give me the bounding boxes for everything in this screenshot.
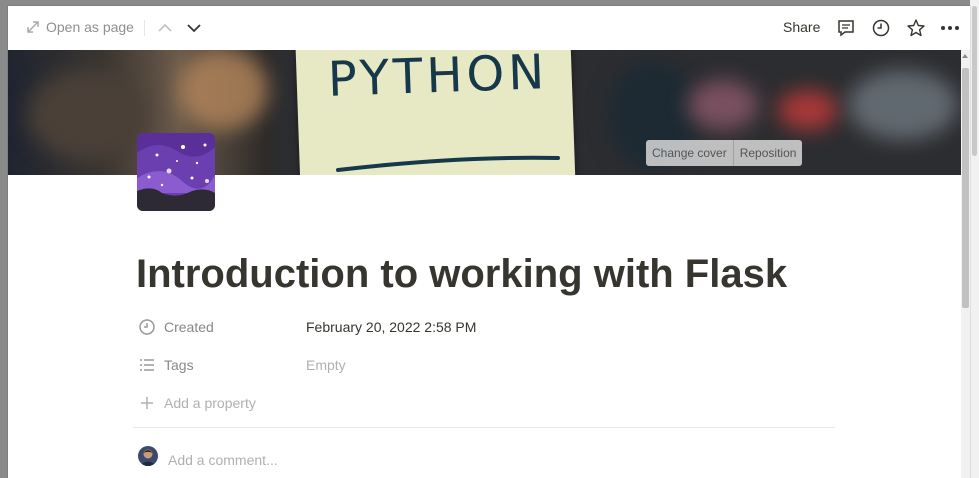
scrollbar[interactable] xyxy=(961,50,970,478)
comment-icon[interactable] xyxy=(835,17,857,39)
underline-stroke xyxy=(336,155,560,172)
property-value: February 20, 2022 2:58 PM xyxy=(306,319,477,335)
outer-scrollbar[interactable] xyxy=(970,0,979,478)
change-cover-button[interactable]: Change cover xyxy=(646,140,733,166)
share-button[interactable]: Share xyxy=(783,19,820,35)
clock-icon xyxy=(139,319,155,335)
star-icon[interactable] xyxy=(905,17,927,39)
plus-icon xyxy=(141,397,153,409)
avatar xyxy=(138,446,158,466)
open-as-page-button[interactable]: Open as page xyxy=(26,19,134,35)
more-icon[interactable] xyxy=(939,17,961,39)
topbar: Open as page Share xyxy=(8,6,970,50)
scrollbar-thumb[interactable] xyxy=(962,68,969,308)
property-label: Tags xyxy=(164,357,194,373)
page-title[interactable]: Introduction to working with Flask xyxy=(136,252,787,297)
galaxy-icon[interactable] xyxy=(137,133,215,211)
property-tags[interactable]: Tags Empty xyxy=(138,353,346,377)
cover-text: PYTHON xyxy=(326,50,550,108)
property-label: Created xyxy=(164,319,214,335)
property-value[interactable]: Empty xyxy=(306,357,346,373)
divider xyxy=(144,20,145,36)
chevron-up-icon[interactable] xyxy=(155,18,175,38)
cover-actions: Change cover Reposition xyxy=(646,140,803,166)
page-peek-window: Open as page Share PYTHON Change cover R… xyxy=(8,6,970,478)
clock-icon[interactable] xyxy=(870,17,892,39)
open-as-page-label: Open as page xyxy=(46,19,134,35)
scroll-up-arrow-icon[interactable] xyxy=(962,54,968,58)
reposition-button[interactable]: Reposition xyxy=(734,140,803,166)
expand-icon xyxy=(27,21,39,33)
add-property-button[interactable]: Add a property xyxy=(138,391,256,415)
list-icon xyxy=(140,359,154,371)
comment-input[interactable]: Add a comment... xyxy=(168,452,278,468)
property-created[interactable]: Created February 20, 2022 2:58 PM xyxy=(138,315,476,339)
divider xyxy=(133,427,835,428)
chevron-down-icon[interactable] xyxy=(184,18,204,38)
add-property-label: Add a property xyxy=(164,395,256,411)
